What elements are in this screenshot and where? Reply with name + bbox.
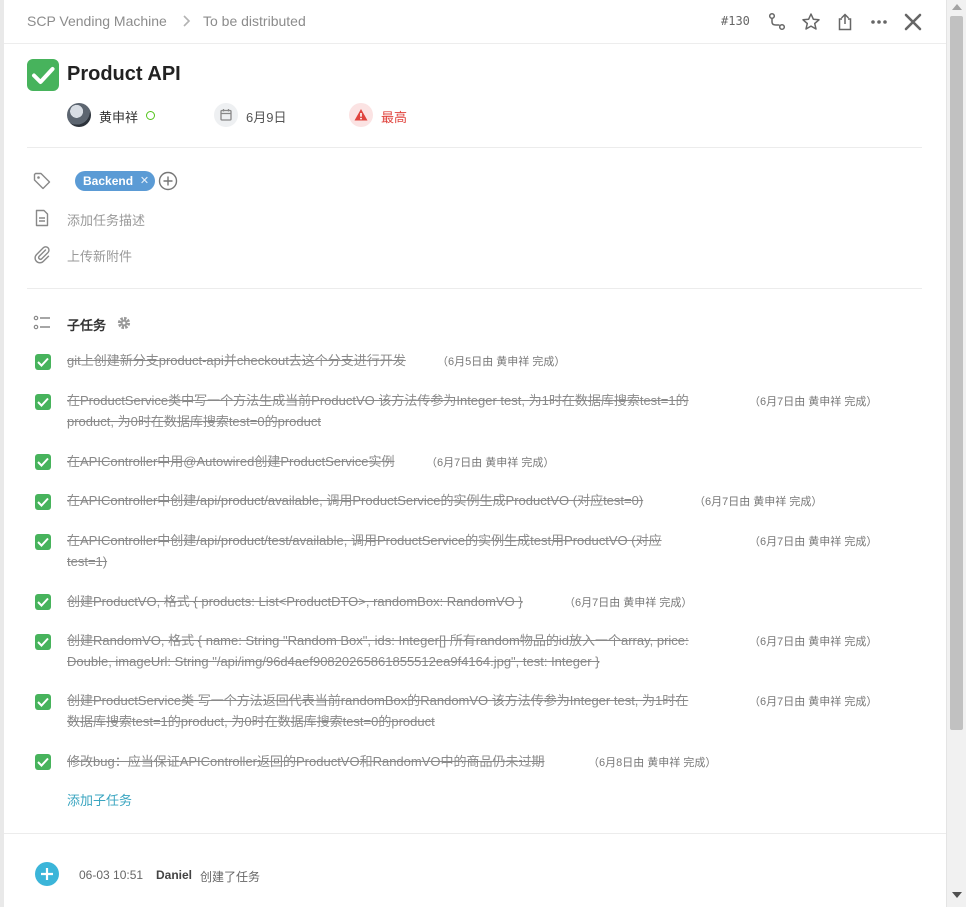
checkmark-icon <box>37 697 49 707</box>
tag-label: Backend <box>83 174 134 188</box>
chevron-right-icon <box>183 15 191 27</box>
checkmark-icon <box>37 637 49 647</box>
warning-icon[interactable] <box>349 103 373 127</box>
close-icon[interactable] <box>903 12 923 32</box>
subtask-checkbox[interactable] <box>35 494 51 510</box>
scroll-up-arrow[interactable] <box>952 4 962 10</box>
list-icon <box>33 315 50 330</box>
checkmark-icon <box>37 597 49 607</box>
subtask-checkbox[interactable] <box>35 454 51 470</box>
task-complete-checkbox[interactable] <box>27 59 59 91</box>
online-status-icon <box>146 111 155 120</box>
due-date[interactable]: 6月9日 <box>246 107 286 126</box>
subtask-text[interactable]: git上创建新分支product-api并checkout去这个分支进行开发 <box>67 350 406 371</box>
scroll-down-arrow[interactable] <box>952 892 962 898</box>
upload-attachment-link[interactable]: 上传新附件 <box>67 246 132 265</box>
remove-tag-icon[interactable]: ✕ <box>140 171 149 191</box>
priority-label[interactable]: 最高 <box>381 107 407 126</box>
subtask-checkbox[interactable] <box>35 754 51 770</box>
subtask-meta: （6月8日由 黄申祥 完成） <box>588 757 717 769</box>
task-header: SCP Vending Machine To be distributed #1… <box>4 0 946 44</box>
checkmark-icon <box>37 397 49 407</box>
activity-action: 创建了任务 <box>200 870 261 884</box>
avatar[interactable] <box>67 103 91 127</box>
breadcrumb-project[interactable]: SCP Vending Machine <box>27 13 167 29</box>
subtasks-heading: 子任务 <box>67 318 107 333</box>
divider <box>4 833 946 834</box>
divider <box>27 147 922 148</box>
subtask-text-line2[interactable]: 数据库搜索test=1的product, 为0时在数据库搜索test=0的pro… <box>67 711 435 732</box>
subtask-text[interactable]: 创建ProductVO, 格式 { products: List<Product… <box>67 591 523 612</box>
subtask-text-line1[interactable]: 在ProductService类中写一个方法生成当前ProductVO 该方法传… <box>67 390 689 411</box>
task-id: #130 <box>721 14 750 28</box>
subtask-meta: （6月7日由 黄申祥 完成） <box>426 457 555 469</box>
paperclip-icon <box>34 246 50 264</box>
tag-icon <box>33 172 51 190</box>
plus-circle-icon[interactable] <box>158 171 178 191</box>
branch-icon[interactable] <box>767 12 787 32</box>
subtask-text[interactable]: 修改bug：应当保证APIController返回的ProductVO和Rand… <box>67 751 545 772</box>
subtask-checkbox[interactable] <box>35 694 51 710</box>
activity-time: 06-03 10:51 <box>79 868 144 882</box>
subtask-meta: （6月7日由 黄申祥 完成） <box>749 636 878 648</box>
checkmark-icon <box>37 357 49 367</box>
subtask-text-line1[interactable]: 创建ProductService类 写一个方法返回代表当前randomBox的R… <box>67 690 688 711</box>
scroll-thumb[interactable] <box>950 16 963 730</box>
more-icon[interactable] <box>869 12 889 32</box>
checkmark-icon <box>37 537 49 547</box>
subtask-text[interactable]: 在APIController中创建/api/product/available,… <box>67 490 643 511</box>
subtask-meta: （6月7日由 黄申祥 完成） <box>749 396 878 408</box>
activity-user[interactable]: Daniel <box>156 868 192 882</box>
assignee-name[interactable]: 黄申祥 <box>99 107 138 126</box>
add-subtask-link[interactable]: 添加子任务 <box>67 790 132 809</box>
plus-icon[interactable] <box>35 862 59 886</box>
subtask-checkbox[interactable] <box>35 354 51 370</box>
star-icon[interactable] <box>801 12 821 32</box>
scrollbar[interactable] <box>946 0 966 907</box>
checkmark-icon <box>37 497 49 507</box>
subtask-meta: （6月7日由 黄申祥 完成） <box>749 536 878 548</box>
task-detail-panel: SCP Vending Machine To be distributed #1… <box>4 0 946 907</box>
subtask-text[interactable]: 在APIController中用@Autowired创建ProductServi… <box>67 451 394 472</box>
subtask-text-line1[interactable]: 在APIController中创建/api/product/test/avail… <box>67 530 662 551</box>
checkmark-icon <box>37 757 49 767</box>
subtask-text-line1[interactable]: 创建RandomVO, 格式 { name: String "Random Bo… <box>67 630 689 651</box>
checkmark-icon <box>32 67 55 84</box>
subtask-meta: （6月5日由 黄申祥 完成） <box>437 356 566 368</box>
gear-icon[interactable] <box>116 315 132 331</box>
subtask-text-line2[interactable]: test=1) <box>67 551 107 572</box>
add-description-link[interactable]: 添加任务描述 <box>67 210 145 229</box>
subtask-checkbox[interactable] <box>35 394 51 410</box>
share-icon[interactable] <box>835 12 855 32</box>
subtask-meta: （6月7日由 黄申祥 完成） <box>694 496 823 508</box>
subtask-meta: （6月7日由 黄申祥 完成） <box>749 696 878 708</box>
task-title[interactable]: Product API <box>67 63 181 86</box>
document-icon <box>35 209 49 227</box>
subtask-text-line2[interactable]: Double, imageUrl: String "/api/img/96d4a… <box>67 651 600 672</box>
checkmark-icon <box>37 457 49 467</box>
breadcrumb-list[interactable]: To be distributed <box>203 13 306 29</box>
divider <box>27 288 922 289</box>
calendar-icon[interactable] <box>214 103 238 127</box>
tag-backend[interactable]: Backend ✕ <box>75 171 156 191</box>
subtask-meta: （6月7日由 黄申祥 完成） <box>564 597 693 609</box>
subtask-checkbox[interactable] <box>35 634 51 650</box>
subtask-checkbox[interactable] <box>35 594 51 610</box>
subtask-checkbox[interactable] <box>35 534 51 550</box>
subtask-text-line2[interactable]: product, 为0时在数据库搜索test=0的product <box>67 411 321 432</box>
